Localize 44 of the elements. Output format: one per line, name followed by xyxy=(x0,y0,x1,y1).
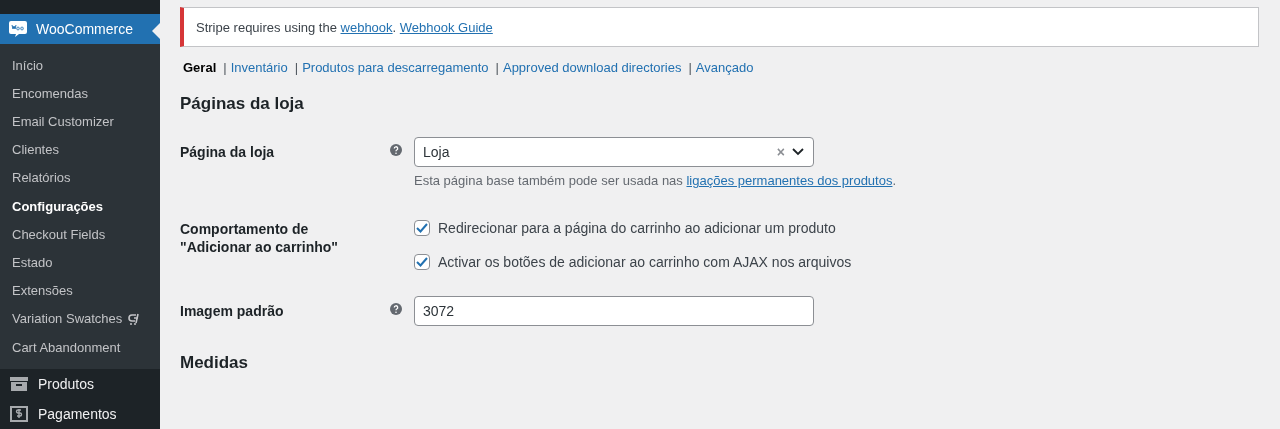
tab[interactable]: Produtos para descarregamento xyxy=(299,59,492,75)
tab[interactable]: Inventário xyxy=(227,59,291,75)
sidebar-submenu-item[interactable]: Relatórios xyxy=(0,163,160,192)
bubble-icon xyxy=(8,20,28,39)
sidebar-submenu-item[interactable]: Cart Abandonment xyxy=(0,332,160,362)
sidebar-submenu-item[interactable]: Clientes xyxy=(0,135,160,164)
section-heading: Medidas xyxy=(180,352,250,375)
tab[interactable]: Geral xyxy=(180,59,220,75)
checkbox-label: Redirecionar para a página do carrinho ao adicionar um produto xyxy=(438,220,836,237)
dollar-icon xyxy=(9,406,29,423)
sidebar-submenu-item[interactable]: Email Customizer xyxy=(0,107,160,136)
tab[interactable]: Avançado xyxy=(692,59,757,75)
chevron-down-icon xyxy=(791,147,805,158)
separator: | xyxy=(494,59,500,75)
sidebar-submenu-item[interactable]: Variation Swatches xyxy=(0,304,160,333)
archive-icon xyxy=(9,376,29,393)
sidebar-submenu-item[interactable]: Checkout Fields xyxy=(0,220,160,249)
sidebar-submenu-item[interactable]: Estado xyxy=(0,248,160,277)
sidebar-menu-item[interactable]: WooCommerce xyxy=(0,14,160,45)
input-field[interactable]: 3072 xyxy=(414,296,814,327)
sidebar-submenu-item[interactable]: Configurações xyxy=(0,192,160,221)
tab[interactable]: Approved download directories xyxy=(499,59,685,75)
separator: | xyxy=(222,59,228,75)
sidebar-menu-item[interactable]: Produtos xyxy=(0,369,160,400)
separator: | xyxy=(687,59,693,75)
notice-text: . xyxy=(392,19,398,35)
field-label: Página da loja xyxy=(180,143,276,163)
section-heading: Páginas da loja xyxy=(180,93,305,115)
sidebar-menu-item[interactable]: Pagamentos xyxy=(0,399,160,429)
sidebar-submenu-item[interactable]: Encomendas xyxy=(0,79,160,108)
notice-text: Stripe requires using the xyxy=(196,19,338,35)
sidebar-submenu-item[interactable]: Início xyxy=(0,51,160,80)
field-label: Comportamento de "Adicionar ao carrinho" xyxy=(180,220,339,258)
field-label: Imagem padrão xyxy=(180,302,285,322)
link[interactable]: Webhook Guide xyxy=(399,19,493,35)
sidebar-submenu-item[interactable]: Extensões xyxy=(0,276,160,305)
checkbox[interactable] xyxy=(414,254,430,271)
checkbox-label: Activar os botões de adicionar ao carrinho com AJAX nos arquivos xyxy=(438,254,852,271)
separator: | xyxy=(293,59,300,75)
select-field[interactable]: Loja × xyxy=(414,137,814,168)
checkbox[interactable] xyxy=(414,220,430,237)
field-description: Esta página base também pode ser usada nas xyxy=(414,173,684,189)
link[interactable]: webhook xyxy=(340,19,393,35)
field-description: . xyxy=(892,173,897,189)
